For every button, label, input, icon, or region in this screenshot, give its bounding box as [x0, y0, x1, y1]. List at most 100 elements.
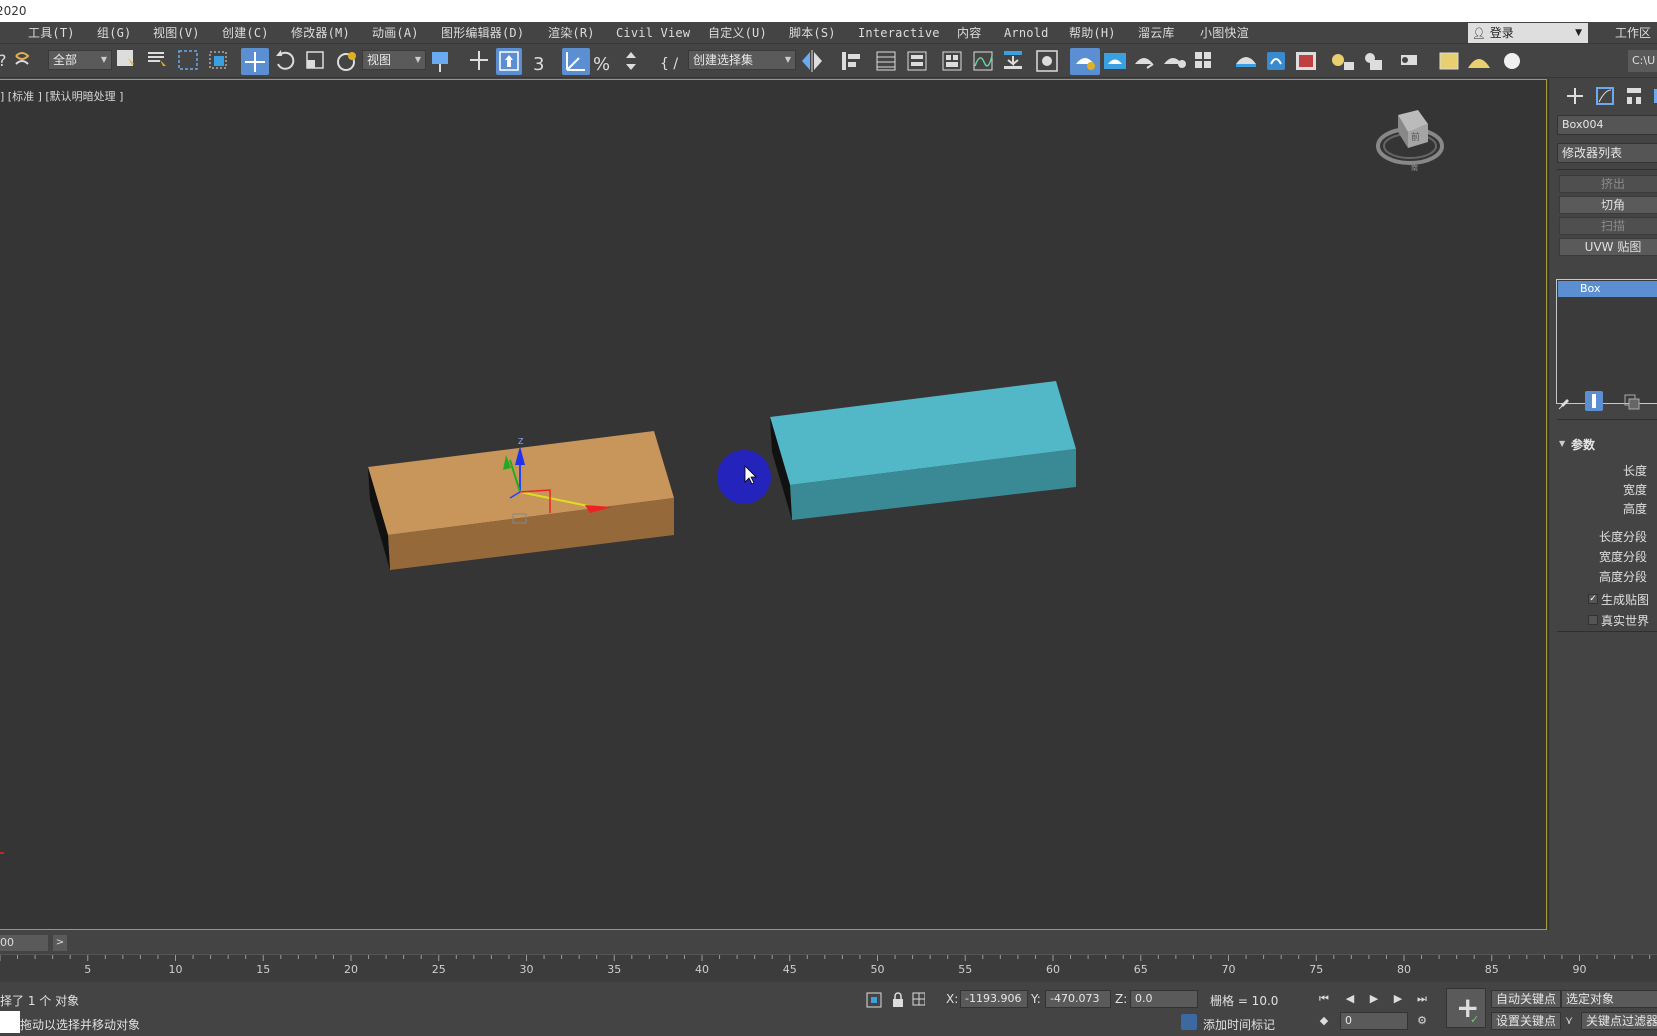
- chevron-down-icon: ▼: [414, 55, 421, 64]
- render-icon: [1135, 58, 1154, 69]
- ref-coord-dropdown[interactable]: 视图 ▼: [362, 50, 426, 70]
- make-unique-icon: [1624, 394, 1640, 410]
- modifier-list-dropdown[interactable]: 修改器列表: [1557, 143, 1657, 163]
- menu-view[interactable]: 视图(V): [153, 22, 200, 44]
- menu-scripting[interactable]: 脚本(S): [789, 22, 836, 44]
- scene-converter-icon: [1365, 53, 1382, 70]
- ref-coord-value: 视图: [367, 53, 392, 67]
- status-bar: 择了 1 个 对象 拖动以选择并移动对象 X: -1193.906 Y: -47…: [0, 984, 1657, 1036]
- app-window: 2020 工具(T) 组(G) 视图(V) 创建(C) 修改器(M) 动画(A)…: [0, 0, 1657, 1036]
- isolate-icon: [866, 992, 882, 1008]
- extrude-button[interactable]: 挤出: [1559, 175, 1657, 193]
- real-world-checkbox[interactable]: [1588, 615, 1598, 625]
- menu-liuyun-library[interactable]: 溜云库: [1138, 22, 1175, 44]
- stack-item-box[interactable]: Box: [1558, 281, 1657, 297]
- toggle-ribbon-icon: [942, 51, 962, 71]
- select-object-icon: [117, 50, 134, 66]
- track-tick-label: 40: [695, 963, 709, 976]
- z-label: Z:: [1115, 992, 1128, 1006]
- uvw-map-button[interactable]: UVW 贴图: [1559, 238, 1657, 256]
- set-key-button[interactable]: 设置关键点: [1491, 1012, 1562, 1030]
- gen-mapping-checkbox[interactable]: ✓: [1588, 594, 1598, 604]
- project-path-field[interactable]: C:\U: [1628, 50, 1657, 72]
- track-tick-label: 5: [84, 963, 92, 976]
- toolbar-icons: ? 3 % { /: [0, 48, 1520, 75]
- status-icons: [866, 992, 925, 1008]
- rotate-icon: [276, 50, 295, 70]
- menu-tools[interactable]: 工具(T): [28, 22, 75, 44]
- chevron-down-icon: ▼: [1575, 28, 1582, 38]
- workspace-label[interactable]: 工作区: [1615, 22, 1651, 44]
- goto-start-icon[interactable]: ⏮︎: [1316, 992, 1332, 1006]
- scale-icon: [306, 51, 324, 69]
- selection-filter-dropdown[interactable]: 全部 ▼: [48, 50, 112, 70]
- y-label: Y:: [1031, 992, 1041, 1006]
- time-slider[interactable]: 00 >: [0, 932, 1657, 952]
- key-filters-button[interactable]: 关键点过滤器: [1581, 1012, 1657, 1030]
- time-config-icon[interactable]: ⚙︎: [1414, 1014, 1430, 1028]
- menu-modifiers[interactable]: 修改器(M): [291, 22, 350, 44]
- render-grid-icon: [1195, 52, 1211, 68]
- cyan-box[interactable]: [770, 381, 1076, 520]
- menu-arnold[interactable]: Arnold: [1004, 22, 1049, 44]
- prompt-line: 拖动以选择并移动对象: [20, 1018, 141, 1032]
- object-name-field[interactable]: Box004: [1557, 115, 1657, 135]
- menu-group[interactable]: 组(G): [97, 22, 131, 44]
- track-tick-label: 55: [958, 963, 973, 976]
- next-frame-icon[interactable]: ▶︎: [1390, 992, 1406, 1006]
- menu-civil-view[interactable]: Civil View: [616, 22, 690, 44]
- track-tick-label: 80: [1397, 963, 1411, 976]
- goto-end-icon[interactable]: ⏭︎: [1414, 992, 1430, 1006]
- modify-tab-icon: [1596, 87, 1614, 105]
- menu-animation[interactable]: 动画(A): [372, 22, 419, 44]
- maxscript-listener-box[interactable]: [0, 1011, 20, 1033]
- rollout-collapse-icon[interactable]: ▼: [1559, 439, 1565, 448]
- a360-icon: [1267, 52, 1285, 70]
- login-dropdown[interactable]: 👤︎ 登录 ▼: [1468, 23, 1588, 43]
- modifier-stack[interactable]: Box: [1556, 279, 1657, 404]
- render-cloud-icon: [1164, 58, 1186, 68]
- track-bar[interactable]: 5101520253035404550556065707580859095: [0, 954, 1657, 982]
- viewcube[interactable]: 前 南: [1376, 110, 1444, 172]
- params-rollout-title[interactable]: 参数: [1571, 436, 1595, 453]
- length-segs-label: 长度分段: [1599, 530, 1648, 544]
- menu-help[interactable]: 帮助(H): [1069, 22, 1116, 44]
- key-filter-icon: ⋎: [1564, 1014, 1574, 1027]
- chevron-down-icon: ▼: [784, 55, 791, 64]
- perspective-viewport[interactable]: ] [标准 ] [默认明暗处理 ] Z 前 南: [0, 79, 1547, 930]
- curve-editor-icon: [973, 51, 993, 71]
- x-coord-field[interactable]: -1193.906: [960, 990, 1028, 1008]
- time-slider-frame[interactable]: 00: [0, 935, 48, 951]
- auto-key-button[interactable]: 自动关键点: [1491, 990, 1562, 1008]
- menu-customize[interactable]: 自定义(U): [708, 22, 767, 44]
- grid-size: 栅格 = 10.0: [1210, 994, 1279, 1008]
- current-frame-field[interactable]: 0: [1340, 1012, 1408, 1030]
- menu-interactive[interactable]: Interactive: [858, 22, 940, 44]
- viewport-bg-icon: [1439, 52, 1459, 70]
- selected-object-dropdown[interactable]: 选定对象: [1561, 990, 1657, 1008]
- y-coord-field[interactable]: -470.073: [1045, 990, 1111, 1008]
- add-time-tag[interactable]: 添加时间标记: [1203, 1016, 1275, 1033]
- title-bar: 2020: [0, 0, 1657, 22]
- prev-frame-icon[interactable]: ◀︎: [1342, 992, 1358, 1006]
- named-selection-value: 创建选择集: [693, 53, 754, 67]
- percent-snap-icon: %: [593, 54, 610, 75]
- menu-content[interactable]: 内容: [957, 22, 981, 44]
- menu-rendering[interactable]: 渲染(R): [548, 22, 595, 44]
- set-keys-button[interactable]: + ✓: [1446, 988, 1486, 1028]
- key-mode-icon[interactable]: ◆: [1316, 1014, 1332, 1028]
- menu-create[interactable]: 创建(C): [222, 22, 269, 44]
- menu-graph-editors[interactable]: 图形编辑器(D): [441, 22, 524, 44]
- menu-quick-render[interactable]: 小图快渲: [1200, 22, 1249, 44]
- light-lister-icon: [1332, 54, 1354, 70]
- chamfer-button[interactable]: 切角: [1559, 196, 1657, 214]
- time-next-button[interactable]: >: [53, 935, 67, 951]
- z-coord-field[interactable]: 0.0: [1130, 990, 1198, 1008]
- toggle-layers-icon: [907, 51, 927, 71]
- sweep-button[interactable]: 扫描: [1559, 217, 1657, 235]
- scene-canvas: Z 前 南: [0, 110, 1444, 854]
- track-tick-label: 20: [344, 963, 358, 976]
- named-selection-dropdown[interactable]: 创建选择集 ▼: [688, 50, 796, 70]
- play-icon[interactable]: ▶︎: [1366, 992, 1382, 1006]
- track-tick-label: 30: [519, 963, 534, 976]
